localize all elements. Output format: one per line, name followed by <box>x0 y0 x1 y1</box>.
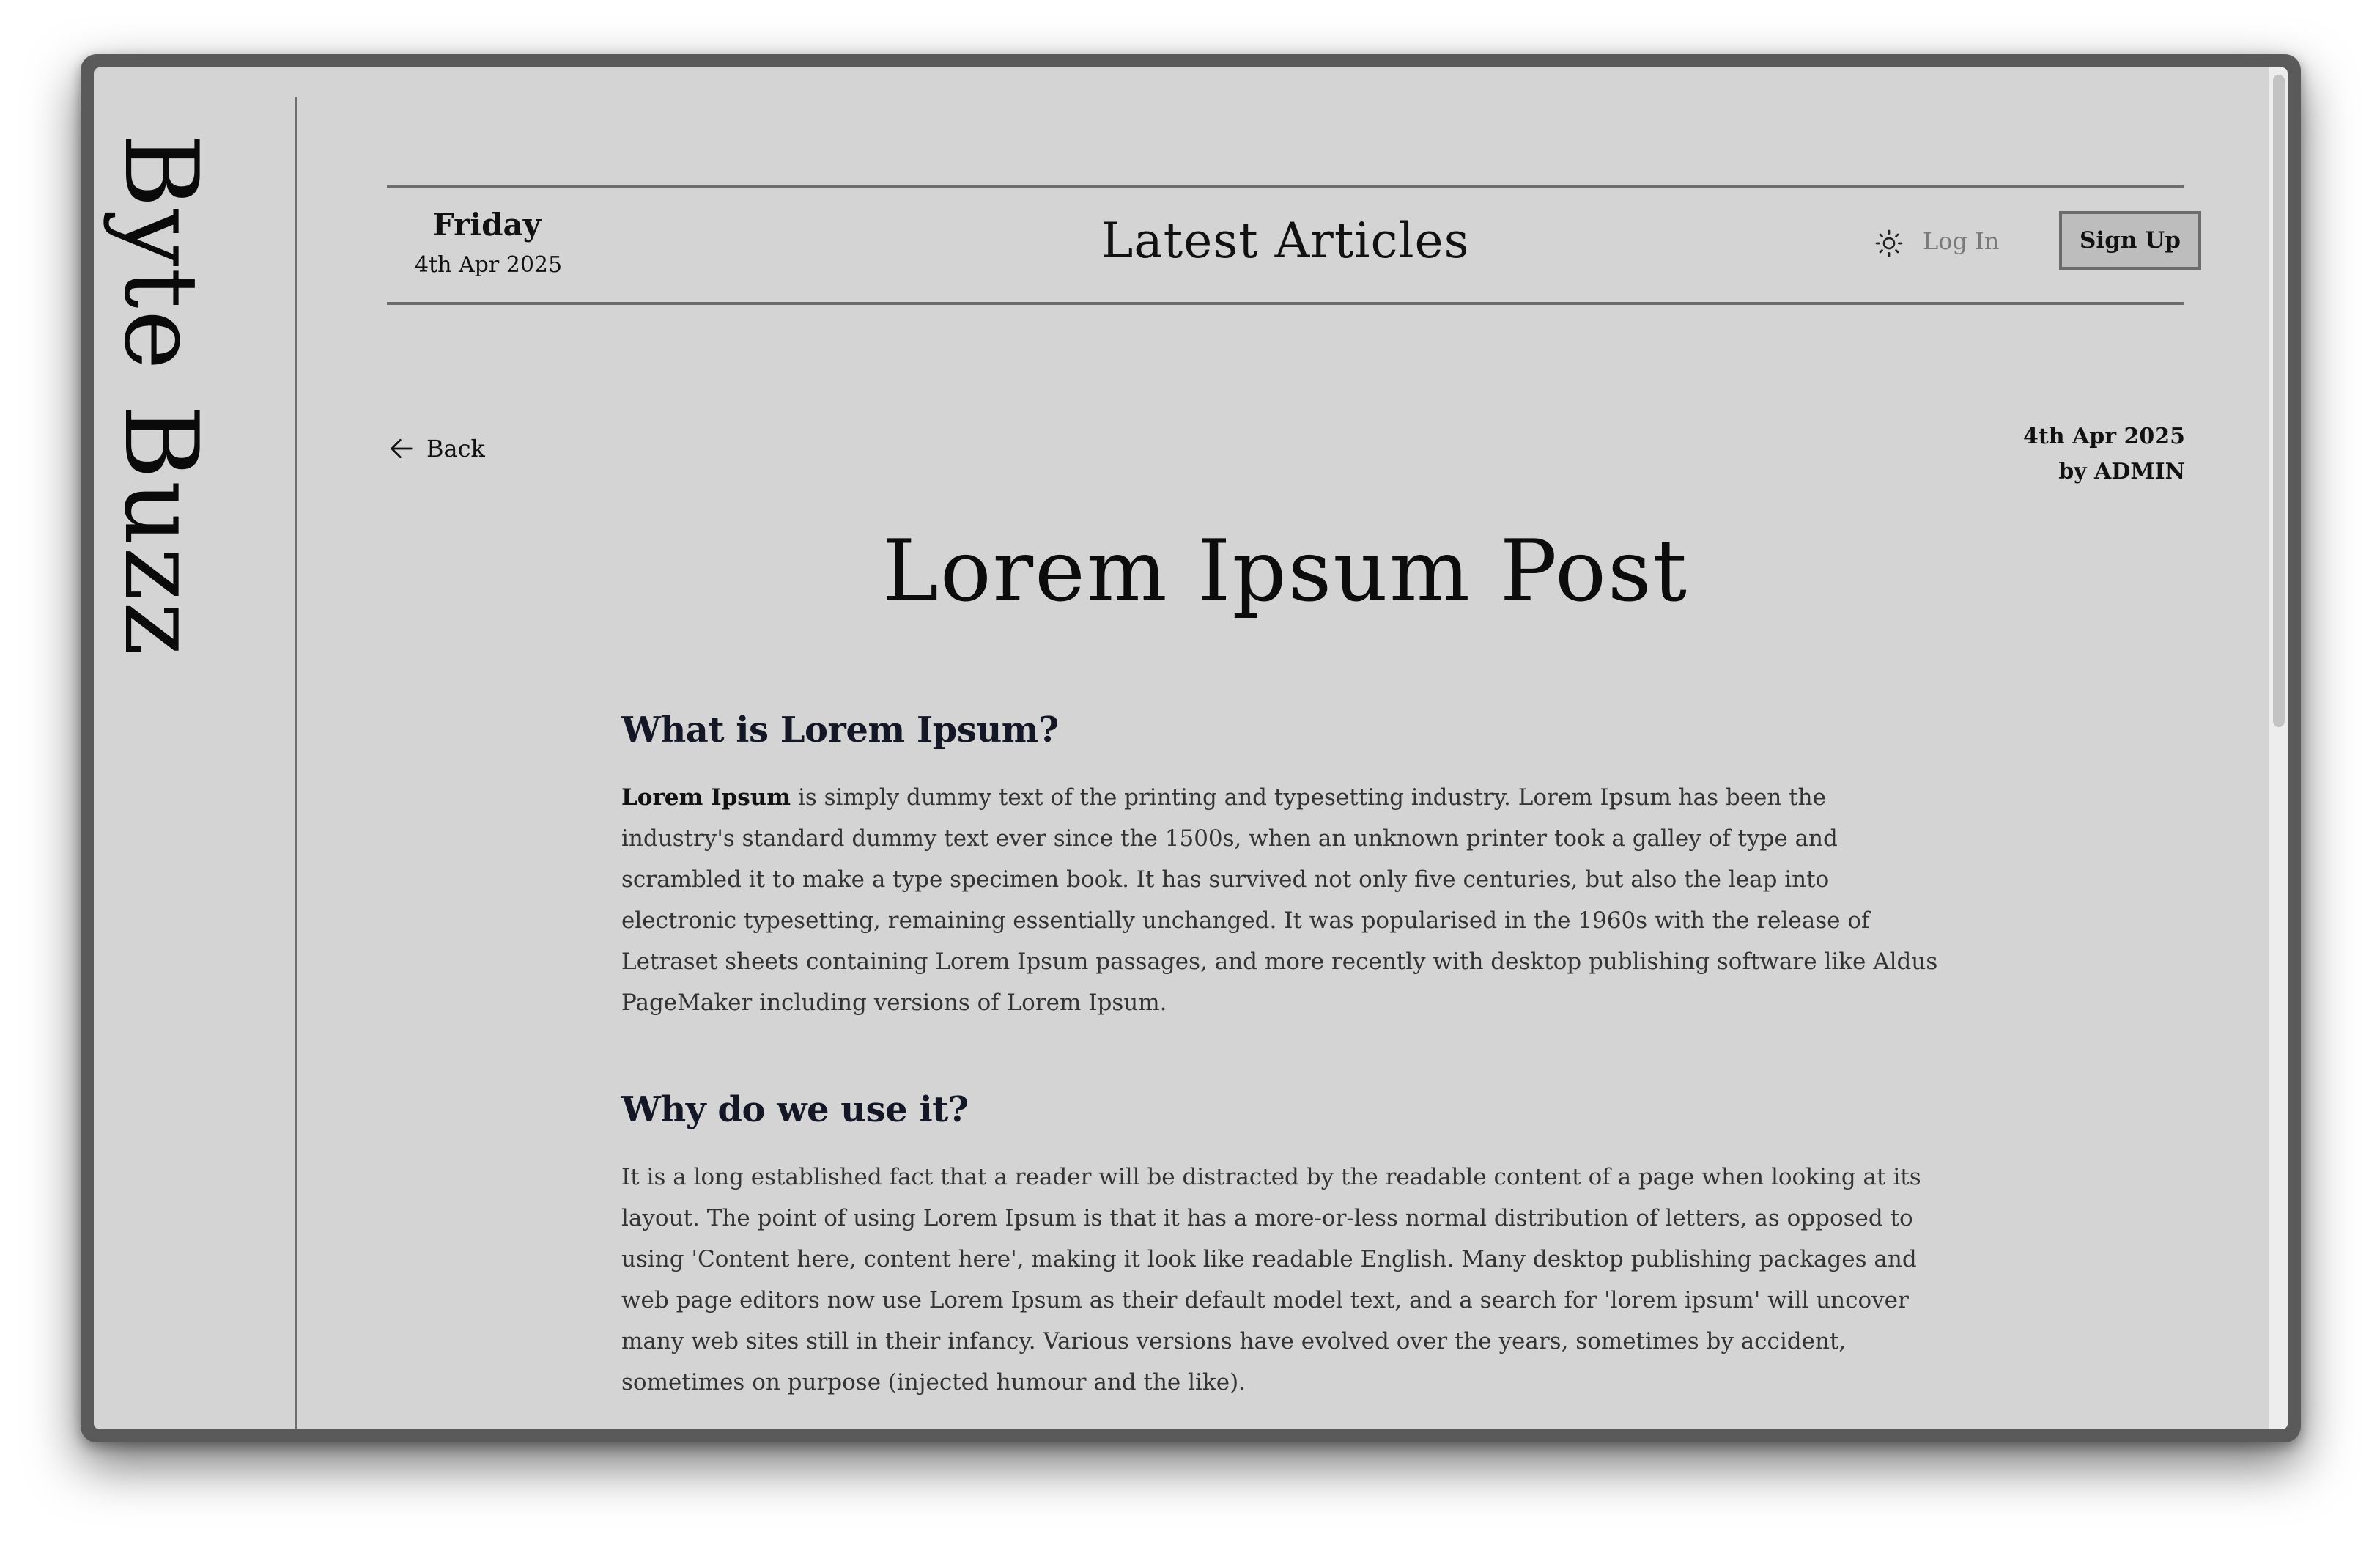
sidebar-divider <box>295 97 298 1429</box>
sidebar: Byte Buzz <box>94 67 298 1429</box>
header-title[interactable]: Latest Articles <box>387 213 2184 269</box>
section-heading: Why do we use it? <box>621 1089 969 1130</box>
login-link[interactable]: Log In <box>1923 227 1999 255</box>
back-link[interactable]: Back <box>387 432 485 465</box>
arrow-left-icon <box>391 439 413 458</box>
page-viewport: Byte Buzz Friday 4th Apr 2025 Latest Art… <box>94 67 2288 1429</box>
post-title: Lorem Ipsum Post <box>882 522 1689 621</box>
post-date: 4th Apr 2025 <box>2023 424 2185 449</box>
post-meta: 4th Apr 2025 by ADMIN <box>2023 419 2185 490</box>
section-paragraph: Lorem Ipsum is simply dummy text of the … <box>621 777 1940 1023</box>
signup-button[interactable]: Sign Up <box>2059 211 2201 270</box>
scrollbar[interactable] <box>2269 67 2288 1429</box>
brand-logo[interactable]: Byte Buzz <box>102 133 220 657</box>
section-paragraph: It is a long established fact that a rea… <box>621 1164 1921 1396</box>
back-label: Back <box>426 435 485 462</box>
browser-window: Byte Buzz Friday 4th Apr 2025 Latest Art… <box>81 54 2301 1442</box>
section-heading: What is Lorem Ipsum? <box>621 710 1059 751</box>
sun-icon[interactable] <box>1874 229 1904 258</box>
header-bar: Friday 4th Apr 2025 Latest Articles Log … <box>387 185 2201 305</box>
post-author: by ADMIN <box>2058 459 2185 484</box>
paragraph-text: is simply dummy text of the printing and… <box>621 784 1938 1016</box>
lead-term: Lorem Ipsum <box>621 784 791 811</box>
scrollbar-thumb[interactable] <box>2273 75 2285 727</box>
article-body: What is Lorem Ipsum? Lorem Ipsum is simp… <box>621 710 1940 1403</box>
